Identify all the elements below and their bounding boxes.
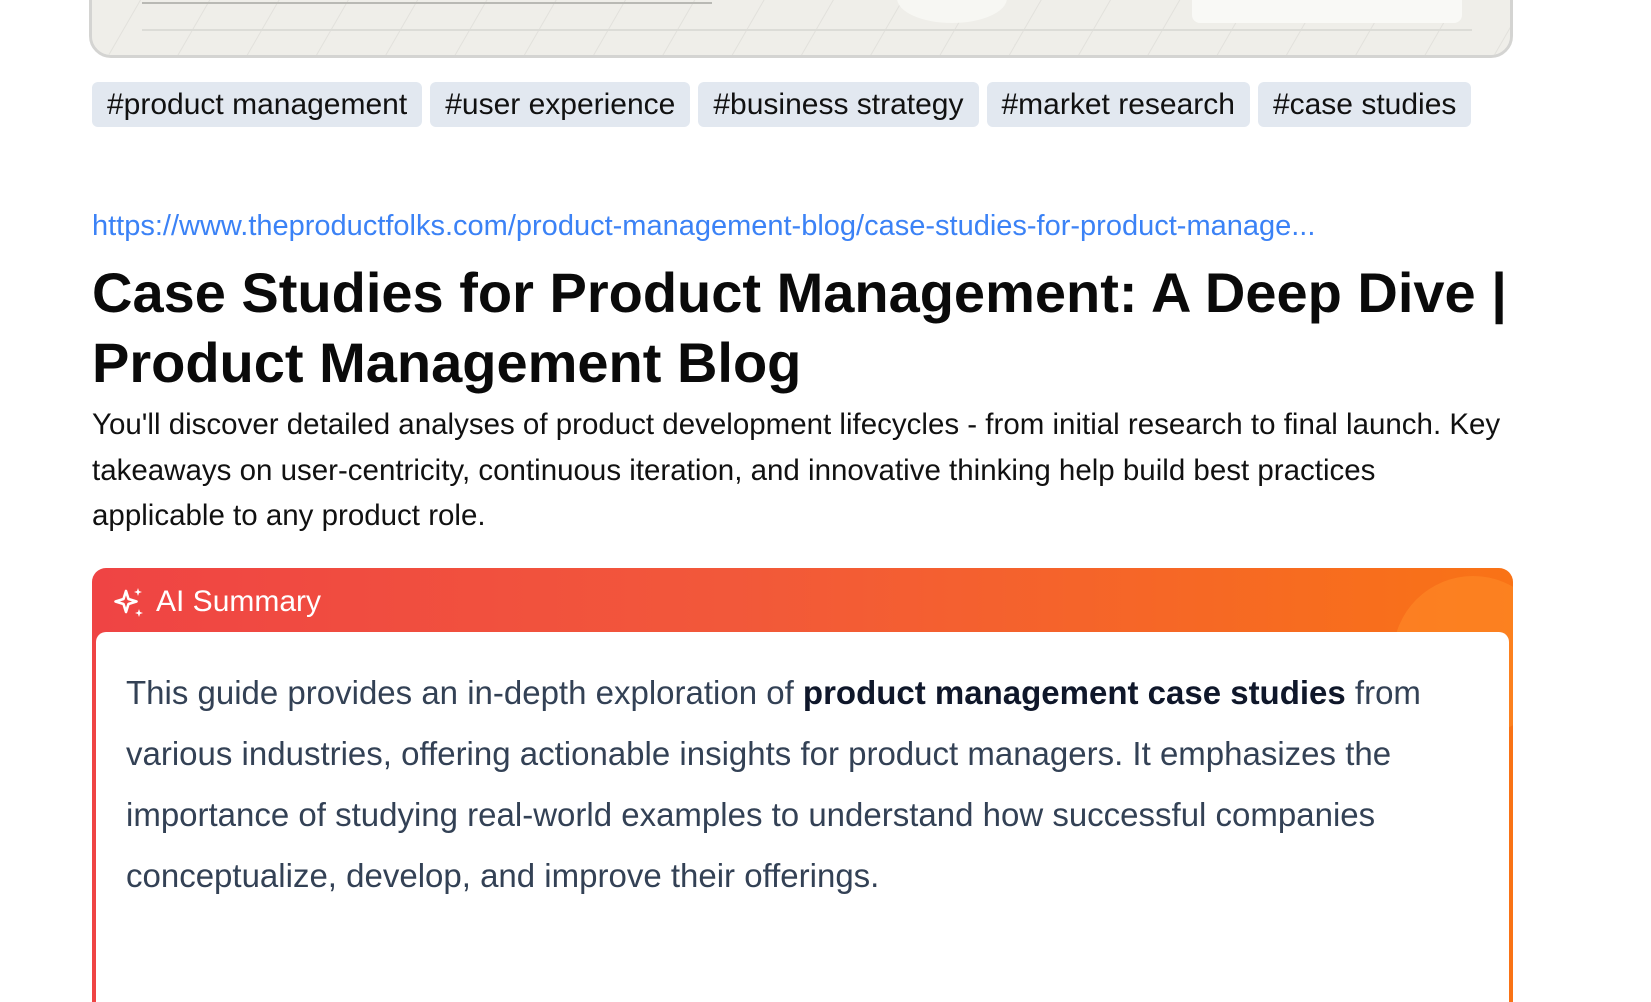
- hero-image-card[interactable]: [89, 0, 1513, 58]
- source-url-link[interactable]: https://www.theproductfolks.com/product-…: [92, 204, 1512, 248]
- tag-market-research[interactable]: #market research: [986, 82, 1250, 127]
- article-preview-page: #product management #user experience #bu…: [0, 0, 1651, 1002]
- article-description: You'll discover detailed analyses of pro…: [92, 408, 1501, 532]
- summary-text-start: This guide provides an in-depth explorat…: [126, 674, 803, 711]
- tag-case-studies[interactable]: #case studies: [1257, 82, 1472, 127]
- tag-business-strategy[interactable]: #business strategy: [698, 82, 979, 127]
- article-title: Case Studies for Product Management: A D…: [92, 261, 1507, 394]
- tag-list: #product management #user experience #bu…: [92, 82, 1522, 127]
- hero-illustration: [92, 0, 1510, 55]
- summary-highlight: product management case studies: [802, 674, 1346, 711]
- ai-summary-text: This guide provides an in-depth explorat…: [126, 662, 1479, 906]
- ai-summary-header: AI Summary: [112, 582, 321, 622]
- ai-summary-body: This guide provides an in-depth explorat…: [96, 632, 1509, 1002]
- tag-user-experience[interactable]: #user experience: [430, 82, 691, 127]
- sparkle-icon: [112, 585, 146, 619]
- tag-product-management[interactable]: #product management: [92, 82, 423, 127]
- ai-summary-card: AI Summary This guide provides an in-dep…: [92, 568, 1513, 1002]
- ai-summary-label: AI Summary: [156, 585, 322, 618]
